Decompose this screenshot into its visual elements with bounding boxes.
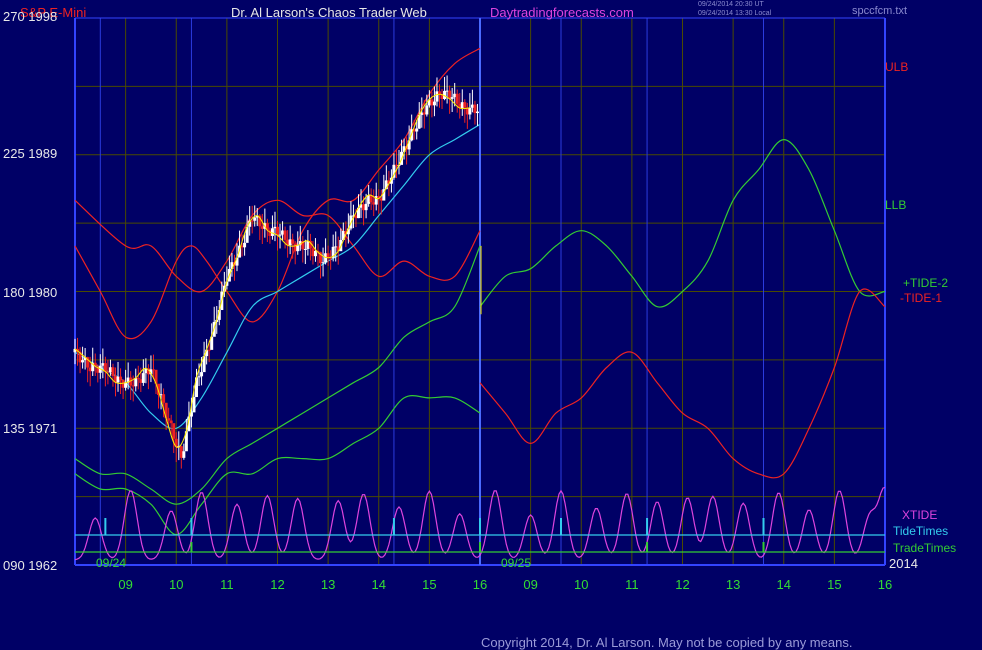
label-tidetimes: TideTimes [893, 524, 949, 538]
price-bar [432, 101, 436, 106]
price-bar [326, 253, 330, 258]
price-fast-average [74, 93, 470, 448]
copyright-notice: Copyright 2014, Dr. Al Larson. May not b… [481, 635, 853, 650]
price-bar [463, 102, 467, 108]
x-tick-label: 16 [877, 577, 893, 592]
y-label-top: 270 1998 [3, 9, 58, 24]
site-url[interactable]: Daytradingforecasts.com [490, 5, 634, 20]
price-bar [197, 376, 201, 378]
x-tick-label: 14 [776, 577, 791, 592]
x-tick-label: 11 [220, 577, 234, 592]
price-bar [162, 394, 166, 403]
price-bar [81, 360, 85, 363]
x-tick-label: 09 [523, 577, 538, 592]
x-tick-label: 12 [270, 577, 285, 592]
x-tick-label: 10 [574, 577, 589, 592]
price-bar [270, 228, 274, 236]
price-bar [291, 239, 295, 244]
label-llb: LLB [885, 198, 907, 212]
price-bar [450, 97, 454, 99]
x-tick-label: 12 [675, 577, 690, 592]
price-bar [141, 373, 145, 383]
price-bar [475, 111, 479, 114]
price-bar [415, 128, 419, 132]
price-bar [364, 203, 368, 211]
x-tick-label: 15 [827, 577, 842, 592]
chart-canvas [73, 17, 886, 566]
price-bar [253, 217, 257, 221]
price-bar [276, 226, 279, 236]
x-tick-label: 11 [625, 577, 639, 592]
label-year: 2014 [889, 556, 918, 571]
y-label-225: 225 1989 [3, 146, 58, 161]
price-bar [182, 451, 186, 458]
update-time-local: 09/24/2014 13:30 Local [698, 10, 772, 17]
price-bar [250, 220, 254, 222]
y-label-090: 090 1962 [3, 558, 58, 573]
label-tide1: -TIDE-1 [900, 291, 942, 305]
price-bar [296, 245, 300, 252]
price-bar [136, 377, 140, 380]
price-bar [303, 248, 307, 250]
x-tick-label: 10 [169, 577, 184, 592]
x-tick-label: 13 [725, 577, 741, 592]
y-label-180: 180 1980 [3, 285, 58, 300]
price-bar [468, 107, 472, 115]
price-bar [124, 382, 128, 388]
date-label-day2: 09/25 [501, 556, 532, 570]
price-bar [278, 234, 282, 236]
x-tick-label: 14 [371, 577, 386, 592]
price-bar [207, 349, 211, 351]
label-tide2: +TIDE-2 [903, 276, 949, 290]
price-bar [167, 418, 171, 421]
x-tick-label: 13 [320, 577, 336, 592]
price-bar [111, 367, 115, 376]
price-bar [172, 423, 176, 439]
price-bar [243, 242, 247, 248]
label-tradetimes: TradeTimes [893, 541, 957, 555]
x-tick-label: 15 [422, 577, 437, 592]
price-bar [119, 376, 123, 380]
data-filename: spccfcm.txt [852, 5, 908, 17]
x-tick-label: 09 [118, 577, 133, 592]
price-bar [192, 397, 196, 413]
update-time-ut: 09/24/2014 20:30 UT [698, 1, 764, 8]
price-bar [425, 105, 429, 115]
price-bar [321, 262, 325, 264]
x-tick-label: 16 [472, 577, 488, 592]
price-bar [455, 93, 459, 104]
price-bar [200, 372, 204, 377]
y-label-135: 135 1971 [3, 421, 58, 436]
date-label-day1: 09/24 [96, 556, 127, 570]
price-bar [283, 230, 287, 240]
site-title: Dr. Al Larson's Chaos Trader Web [231, 5, 427, 20]
label-xtide: XTIDE [902, 508, 938, 522]
price-bar [169, 420, 173, 424]
label-ulb: ULB [885, 60, 909, 74]
